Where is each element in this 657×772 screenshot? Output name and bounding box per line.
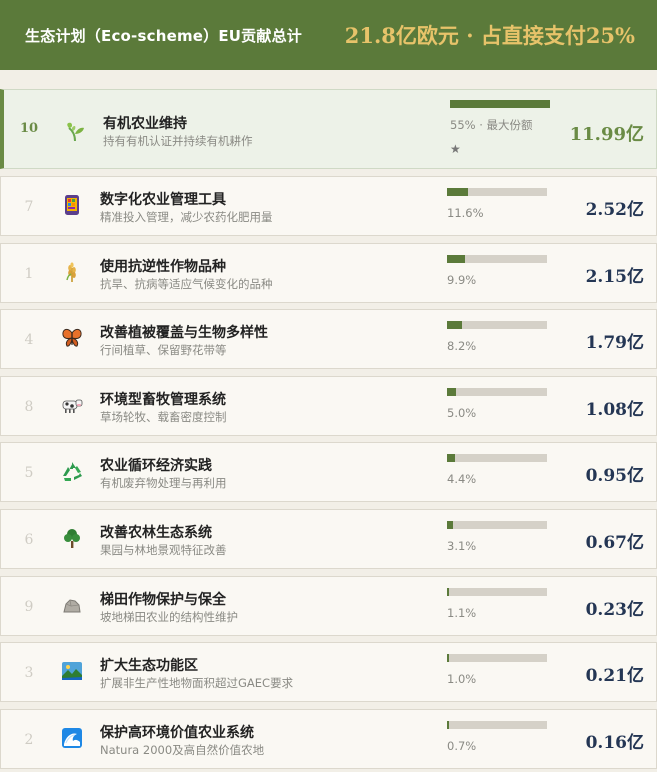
- rank-number: 7: [24, 199, 34, 215]
- share-bar-fill: [447, 654, 449, 662]
- share-bar-fill: [447, 388, 457, 396]
- header-title: 生态计划（Eco-scheme）EU贡献总计: [25, 26, 302, 45]
- rank-number: 5: [24, 465, 34, 481]
- item-description: 扩展非生产性地物面积超过GAEC要求: [100, 676, 294, 690]
- list-item[interactable]: 1 使用抗逆性作物品种 抗旱、抗病等适应气候变化的品种 9.9% 2.15亿: [0, 243, 657, 303]
- item-description: Natura 2000及高自然价值农地: [100, 743, 265, 757]
- contribution-amount: 11.99亿: [569, 124, 644, 145]
- share-percent: 1.0%: [447, 672, 477, 686]
- sprout-icon: [63, 119, 87, 143]
- item-name: 环境型畜牧管理系统: [100, 392, 226, 408]
- star-icon: ★: [450, 142, 461, 156]
- contribution-amount: 0.67亿: [585, 533, 644, 553]
- list-item[interactable]: 4 改善植被覆盖与生物多样性 行间植草、保留野花带等 8.2% 1.79亿: [0, 309, 657, 369]
- share-bar: [447, 454, 547, 462]
- share-percent: 11.6%: [447, 206, 484, 220]
- share-bar-fill: [447, 521, 453, 529]
- share-bar-fill: [447, 588, 449, 596]
- rock-icon: [60, 593, 84, 617]
- share-bar: [447, 721, 547, 729]
- item-description: 持有有机认证并持续有机耕作: [103, 134, 253, 148]
- contribution-amount: 2.15亿: [585, 267, 644, 287]
- share-bar-fill: [447, 321, 462, 329]
- item-name: 数字化农业管理工具: [100, 192, 226, 208]
- summary-header: 生态计划（Eco-scheme）EU贡献总计 21.8亿欧元 · 占直接支付25…: [0, 0, 657, 70]
- share-percent: 1.1%: [447, 606, 477, 620]
- share-bar-fill: [450, 100, 550, 108]
- share-percent: 55% · 最大份额: [450, 118, 533, 132]
- item-description: 坡地梯田农业的结构性维护: [100, 610, 238, 624]
- share-bar: [447, 255, 547, 263]
- list-item[interactable]: 7 数字化农业管理工具 精准投入管理，减少农药化肥用量 11.6% 2.52亿: [0, 176, 657, 236]
- contribution-amount: 0.23亿: [585, 600, 644, 620]
- contribution-amount: 0.95亿: [585, 466, 644, 486]
- rank-number: 10: [19, 121, 39, 136]
- contribution-amount: 0.21亿: [585, 666, 644, 686]
- rank-number: 2: [24, 732, 34, 748]
- share-percent: 8.2%: [447, 339, 477, 353]
- share-percent: 3.1%: [447, 539, 477, 553]
- item-name: 梯田作物保护与保全: [100, 592, 226, 608]
- header-total: 21.8亿欧元 · 占直接支付25%: [344, 23, 635, 48]
- share-bar-fill: [447, 721, 449, 729]
- item-name: 有机农业维持: [103, 116, 187, 132]
- item-name: 使用抗逆性作物品种: [100, 259, 226, 275]
- share-bar: [450, 100, 550, 108]
- share-bar-fill: [447, 255, 465, 263]
- share-bar: [447, 588, 547, 596]
- item-name: 保护高环境价值农业系统: [100, 725, 254, 741]
- list-item[interactable]: 10 有机农业维持 持有有机认证并持续有机耕作 55% · 最大份额 ★ 11.…: [0, 89, 657, 169]
- butterfly-icon: [60, 326, 84, 350]
- cow-icon: [60, 393, 84, 417]
- contribution-amount: 1.79亿: [585, 333, 644, 353]
- share-bar-fill: [447, 454, 455, 462]
- list-item[interactable]: 2 保护高环境价值农业系统 Natura 2000及高自然价值农地 0.7% 0…: [0, 709, 657, 769]
- item-description: 抗旱、抗病等适应气候变化的品种: [100, 277, 273, 291]
- share-bar: [447, 388, 547, 396]
- item-description: 行间植草、保留野花带等: [100, 343, 227, 357]
- list-item[interactable]: 5 农业循环经济实践 有机废弃物处理与再利用 4.4% 0.95亿: [0, 442, 657, 502]
- landscape-icon: [60, 659, 84, 683]
- contribution-amount: 0.16亿: [585, 733, 644, 753]
- item-description: 有机废弃物处理与再利用: [100, 476, 227, 490]
- share-percent: 0.7%: [447, 739, 477, 753]
- item-name: 改善农林生态系统: [100, 525, 212, 541]
- item-description: 草场轮牧、载畜密度控制: [100, 410, 227, 424]
- contribution-amount: 2.52亿: [585, 200, 644, 220]
- wave-icon: [60, 726, 84, 750]
- list-item[interactable]: 6 改善农林生态系统 果园与林地景观特征改善 3.1% 0.67亿: [0, 509, 657, 569]
- share-bar: [447, 654, 547, 662]
- recycle-icon: [60, 459, 84, 483]
- rank-number: 8: [24, 399, 34, 415]
- share-bar-fill: [447, 188, 469, 196]
- share-bar: [447, 521, 547, 529]
- list-item[interactable]: 3 扩大生态功能区 扩展非生产性地物面积超过GAEC要求 1.0% 0.21亿: [0, 642, 657, 702]
- item-name: 扩大生态功能区: [100, 658, 198, 674]
- item-name: 改善植被覆盖与生物多样性: [100, 325, 268, 341]
- list-item[interactable]: 9 梯田作物保护与保全 坡地梯田农业的结构性维护 1.1% 0.23亿: [0, 576, 657, 636]
- item-description: 精准投入管理，减少农药化肥用量: [100, 210, 273, 224]
- share-bar: [447, 188, 547, 196]
- rank-number: 6: [24, 532, 34, 548]
- item-description: 果园与林地景观特征改善: [100, 543, 227, 557]
- rank-number: 3: [24, 665, 34, 681]
- wheat-icon: [60, 260, 84, 284]
- rank-number: 1: [24, 266, 34, 282]
- share-bar: [447, 321, 547, 329]
- share-percent: 4.4%: [447, 472, 477, 486]
- item-name: 农业循环经济实践: [100, 458, 212, 474]
- list-item[interactable]: 8 环境型畜牧管理系统 草场轮牧、载畜密度控制 5.0% 1.08亿: [0, 376, 657, 436]
- contribution-amount: 1.08亿: [585, 400, 644, 420]
- tablet-icon: [60, 193, 84, 217]
- rank-number: 4: [24, 332, 34, 348]
- tree-icon: [60, 526, 84, 550]
- share-percent: 9.9%: [447, 273, 477, 287]
- rank-number: 9: [24, 599, 34, 615]
- share-percent: 5.0%: [447, 406, 477, 420]
